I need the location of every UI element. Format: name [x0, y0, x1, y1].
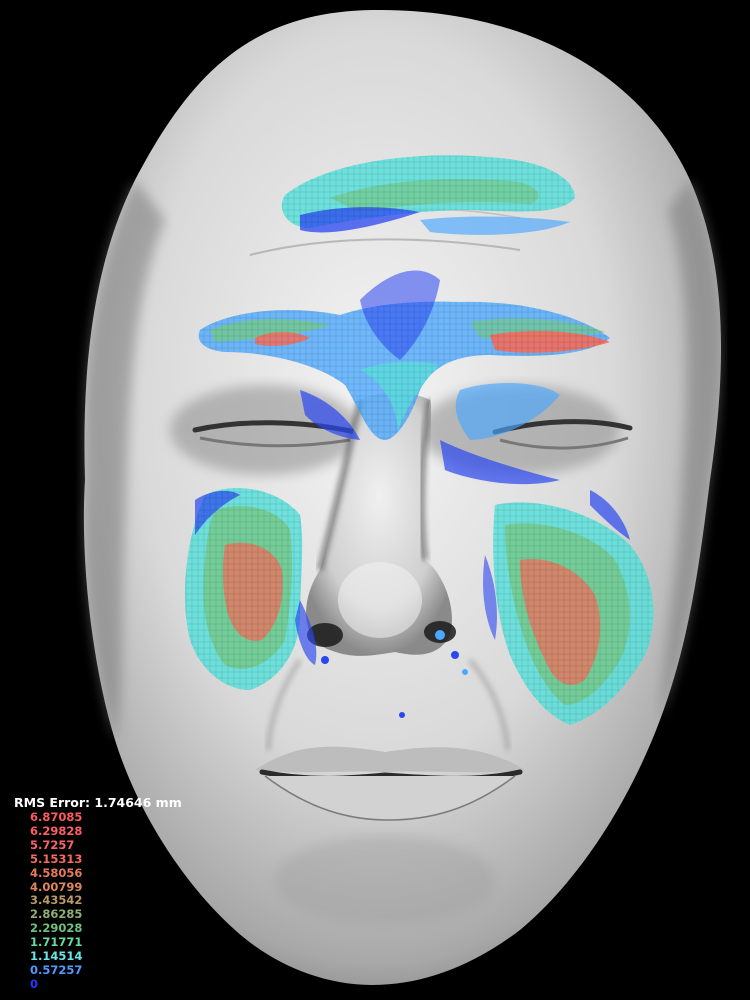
legend-scale: 6.87085 6.29828 5.7257 5.15313 4.58056 4.0079…	[30, 810, 182, 992]
rms-error-legend: RMS Error: 1.74646 mm 6.87085 6.29828 5.72…	[14, 796, 182, 992]
legend-item: 2.29028	[30, 921, 83, 936]
legend-item: 1.14514	[30, 949, 83, 964]
legend-item: 4.00799	[30, 879, 83, 894]
legend-item: 6.29828	[30, 823, 83, 838]
legend-item: 5.15313	[30, 851, 83, 866]
legend-item: 1.71771	[30, 935, 83, 950]
legend-item: 6.87085	[30, 810, 83, 824]
legend-title: RMS Error: 1.74646 mm	[14, 795, 182, 810]
legend-item: 0	[30, 976, 39, 991]
legend-item: 2.86285	[30, 907, 83, 922]
legend-item: 0.57257	[30, 962, 83, 977]
legend-item: 3.43542	[30, 893, 83, 908]
legend-item: 4.58056	[30, 865, 83, 880]
legend-item: 5.7257	[30, 837, 75, 852]
